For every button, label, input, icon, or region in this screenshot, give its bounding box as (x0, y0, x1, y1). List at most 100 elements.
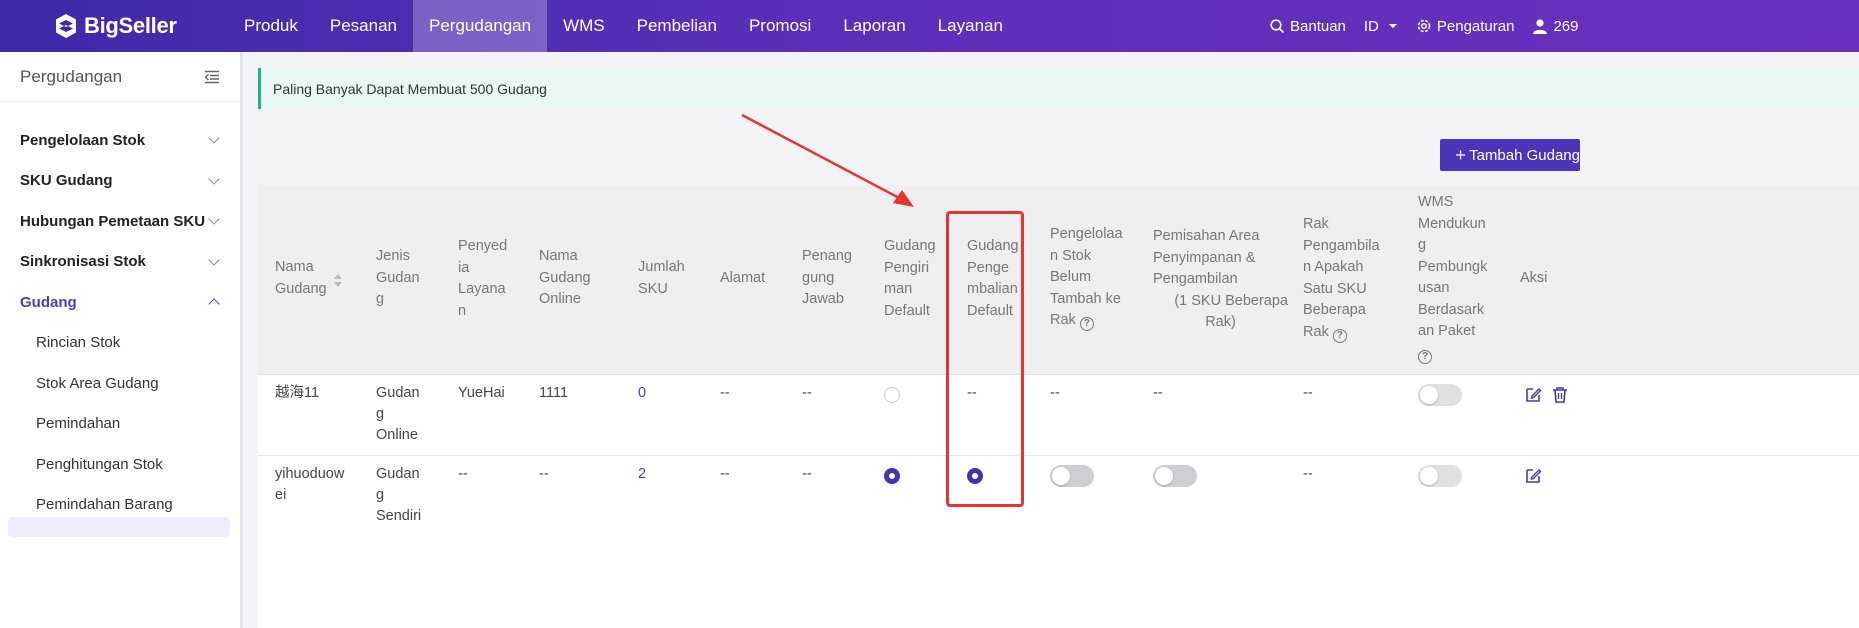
edit-icon[interactable] (1524, 386, 1542, 404)
nav-promosi[interactable]: Promosi (733, 0, 827, 52)
sidebar-header: Pergudangan (0, 52, 240, 102)
cell-pemisahan: -- (1153, 385, 1163, 401)
cell-line: ei (275, 487, 287, 503)
nav-pergudangan[interactable]: Pergudangan (413, 0, 548, 52)
language-select[interactable]: ID (1364, 18, 1398, 35)
header-line: Penyimpanan & (1153, 249, 1256, 266)
col-gudang-pengiriman-default: Gudang Pengiri man Default (884, 236, 936, 322)
header-line: man (884, 281, 913, 297)
nav-layanan[interactable]: Layanan (922, 0, 1019, 52)
cell-line: g (376, 487, 385, 503)
nav-laporan[interactable]: Laporan (827, 0, 921, 52)
header-line: usan (1418, 280, 1450, 296)
top-right-tools: Bantuan ID Pengaturan 269 (1270, 0, 1597, 52)
sidebar-subitem-pemindahan[interactable]: Pemindahan (0, 404, 240, 445)
settings-link[interactable]: Pengaturan (1416, 18, 1514, 35)
stock-unshelved-toggle[interactable] (1050, 465, 1094, 487)
col-rak-pengambilan: Rak Pengambila n Apakah Satu SKU Beberap… (1303, 214, 1380, 343)
header-line: Berdasark (1418, 301, 1485, 318)
sidebar-subitem-stok-area-gudang[interactable]: Stok Area Gudang (0, 363, 240, 404)
plus-icon (1456, 150, 1466, 160)
sidebar-item-sinkronisasi-stok[interactable]: Sinkronisasi Stok (0, 242, 240, 283)
sidebar-item-pengelolaan-stok[interactable]: Pengelolaan Stok (0, 120, 240, 161)
cell-penyedia: -- (458, 466, 468, 482)
cell-jenis-gudang: Gudan g Sendiri (376, 464, 421, 527)
nav-pembelian[interactable]: Pembelian (621, 0, 733, 52)
col-aksi: Aksi (1520, 268, 1547, 290)
cell-penanggung: -- (802, 385, 812, 401)
header-line: Pengelolaa (1050, 226, 1123, 242)
nav-wms[interactable]: WMS (547, 0, 621, 52)
header-line: Pengambila (1303, 237, 1380, 254)
help-circle-icon[interactable]: ? (1079, 317, 1094, 331)
cell-rak: -- (1303, 466, 1313, 482)
sidebar-subitem-rincian-stok[interactable]: Rincian Stok (0, 323, 240, 364)
edit-icon[interactable] (1524, 467, 1542, 485)
sort-icon[interactable] (334, 274, 342, 288)
area-separation-toggle[interactable] (1153, 465, 1197, 487)
cell-penanggung: -- (802, 466, 812, 482)
logo-text: BigSeller (84, 13, 177, 38)
cell-jumlah-sku-link[interactable]: 2 (638, 464, 646, 485)
collapse-sidebar-icon[interactable] (204, 70, 220, 84)
header-line: Rak (1303, 216, 1329, 232)
header-line: Jawab (802, 291, 844, 307)
help-link[interactable]: Bantuan (1270, 18, 1346, 35)
default-shipping-radio[interactable] (884, 468, 900, 484)
help-circle-icon[interactable]: ? (1418, 349, 1432, 364)
header-line: Gudang (275, 280, 327, 297)
sidebar-subitem-penghitungan-stok[interactable]: Penghitungan Stok (0, 444, 240, 485)
chevron-down-icon (208, 173, 220, 185)
header-line: gung (802, 269, 835, 286)
header-line: g (376, 291, 385, 307)
sidebar-item-gudang[interactable]: Gudang (0, 282, 240, 323)
sidebar: Pergudangan Pengelolaan Stok SKU Gudang … (0, 52, 243, 628)
top-navbar: BigSeller Produk Pesanan Pergudangan WMS… (0, 0, 1859, 52)
header-line: Gudang (884, 238, 936, 254)
cell-alamat: -- (720, 385, 730, 401)
help-circle-icon[interactable]: ? (1332, 328, 1347, 343)
default-shipping-radio[interactable] (884, 387, 900, 403)
col-penanggung-jawab: Penang gung Jawab (802, 246, 852, 311)
language-label: ID (1363, 17, 1379, 35)
header-line: Nama (539, 248, 578, 264)
sidebar-item-selected[interactable] (8, 517, 230, 537)
delete-icon[interactable] (1551, 386, 1569, 404)
header-line: Tambah ke (1050, 290, 1121, 307)
add-warehouse-label: Tambah Gudang (1469, 146, 1580, 164)
cell-nama-online: 1111 (539, 385, 569, 401)
col-nama-gudang[interactable]: Nama Gudang (275, 257, 342, 300)
header-line: SKU (638, 280, 668, 297)
header-line: Jenis (376, 248, 410, 264)
cell-line: Sendiri (376, 508, 422, 524)
add-warehouse-button[interactable]: Tambah Gudang (1440, 139, 1580, 171)
wms-package-toggle[interactable] (1418, 384, 1462, 406)
bigseller-logo-icon (56, 14, 76, 38)
sidebar-item-label: Pengelolaan Stok (20, 131, 146, 149)
bigseller-logo[interactable]: BigSeller (54, 13, 177, 39)
col-wms-pembungkusan: WMS Mendukun g Pembungk usan Berdasark a… (1418, 192, 1487, 364)
col-jenis-gudang: Jenis Gudan g (376, 246, 420, 311)
header-line: n Apakah (1303, 259, 1364, 275)
user-menu[interactable]: 269 (1532, 18, 1579, 35)
cell-penyedia: YueHai (458, 385, 505, 401)
nav-produk[interactable]: Produk (228, 0, 314, 52)
nav-pesanan[interactable]: Pesanan (314, 0, 413, 52)
cell-jumlah-sku-link[interactable]: 0 (638, 383, 646, 404)
sidebar-item-hubungan-pemetaan[interactable]: Hubungan Pemetaan SKU (0, 201, 240, 242)
header-line: Rak (1050, 312, 1076, 328)
cell-line: Gudan (376, 385, 420, 401)
header-line: an Paket (1418, 323, 1476, 339)
annotation-highlight-box (946, 211, 1024, 507)
cell-alamat: -- (720, 466, 730, 482)
main-nav: Produk Pesanan Pergudangan WMS Pembelian… (228, 0, 1019, 52)
sidebar-item-sku-gudang[interactable]: SKU Gudang (0, 161, 240, 202)
sidebar-item-label: Gudang (20, 293, 77, 311)
cell-jenis-gudang: Gudan g Online (376, 383, 420, 446)
cell-nama-online: -- (539, 466, 549, 482)
col-nama-gudang-online: Nama Gudang Online (539, 246, 591, 311)
header-line: Pengiri (884, 259, 930, 276)
header-line: Penyed (458, 238, 508, 254)
table-row: yihuoduow ei Gudan g Sendiri -- -- 2 -- … (258, 456, 1859, 628)
wms-package-toggle[interactable] (1418, 465, 1462, 487)
